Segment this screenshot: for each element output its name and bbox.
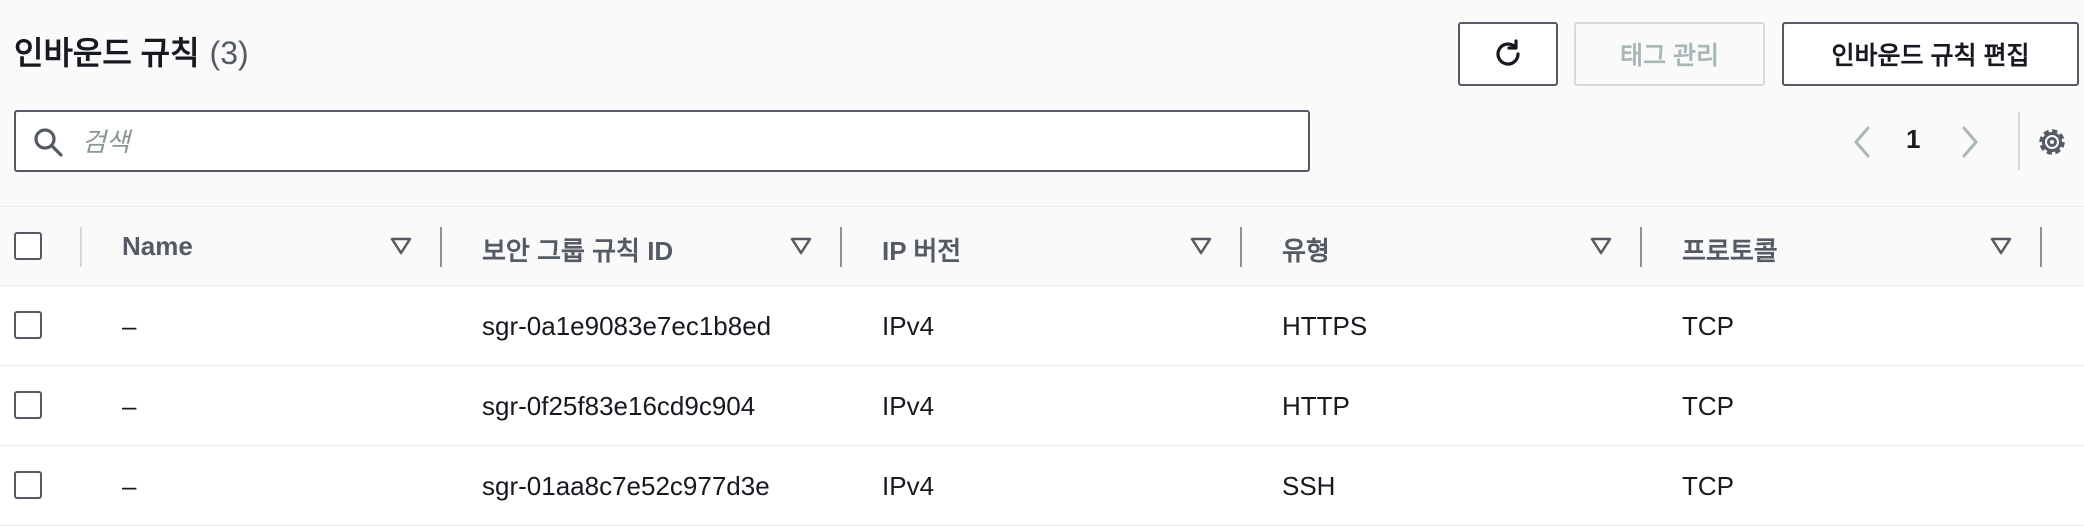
cell-rule-id: sgr-0f25f83e16cd9c904 [482,391,756,421]
sort-icon[interactable] [1590,237,1612,255]
column-header-type[interactable]: 유형 [1282,231,1330,268]
cell-protocol: TCP [1682,311,1734,341]
row-checkbox[interactable] [14,391,42,419]
column-resizer[interactable] [1640,227,1642,267]
cell-protocol: TCP [1682,471,1734,501]
cell-type: HTTP [1282,391,1350,421]
table-row[interactable]: – sgr-0a1e9083e7ec1b8ed IPv4 HTTPS TCP [0,286,2084,366]
cell-name: – [122,471,137,501]
column-header-ip-version[interactable]: IP 버전 [882,231,961,268]
cell-rule-id: sgr-01aa8c7e52c977d3e [482,471,770,501]
previous-page-icon[interactable] [1846,124,1878,160]
cell-type: HTTPS [1282,311,1368,341]
cell-ip-version: IPv4 [882,311,935,341]
title-text: 인바운드 규칙 [14,35,200,71]
cell-name: – [122,311,137,341]
search-box[interactable] [14,110,1310,172]
table-header: Name 보안 그룹 규칙 ID IP 버전 유형 프로토콜 [0,206,2084,286]
search-input[interactable] [80,120,1284,164]
column-resizer[interactable] [840,227,842,267]
current-page-number[interactable]: 1 [1906,124,1920,155]
next-page-icon[interactable] [1954,124,1986,160]
table-row[interactable]: – sgr-0f25f83e16cd9c904 IPv4 HTTP TCP [0,366,2084,446]
pagination-divider [2018,112,2020,170]
sort-icon[interactable] [390,237,412,255]
table-row[interactable]: – sgr-01aa8c7e52c977d3e IPv4 SSH TCP [0,446,2084,526]
cell-rule-id: sgr-0a1e9083e7ec1b8ed [482,311,772,341]
cell-ip-version: IPv4 [882,391,935,421]
select-all-checkbox[interactable] [14,232,42,260]
column-separator [80,227,82,267]
manage-tags-button[interactable]: 태그 관리 [1574,22,1765,86]
gear-icon[interactable] [2034,124,2070,160]
column-resizer[interactable] [2040,227,2042,267]
column-header-rule-id[interactable]: 보안 그룹 규칙 ID [482,231,673,268]
cell-name: – [122,391,137,421]
edit-inbound-rules-button[interactable]: 인바운드 규칙 편집 [1782,22,2079,86]
row-checkbox[interactable] [14,471,42,499]
cell-protocol: TCP [1682,391,1734,421]
cell-ip-version: IPv4 [882,471,935,501]
sort-icon[interactable] [1190,237,1212,255]
cell-type: SSH [1282,471,1336,501]
page-title: 인바운드 규칙 (3) [14,28,249,74]
row-checkbox[interactable] [14,311,42,339]
column-resizer[interactable] [1240,227,1242,267]
rule-count: (3) [209,35,249,71]
refresh-icon [1496,39,1520,66]
sort-icon[interactable] [1990,237,2012,255]
column-header-protocol[interactable]: 프로토콜 [1682,231,1778,268]
search-icon [34,128,63,157]
refresh-button[interactable] [1458,22,1558,86]
column-header-name[interactable]: Name [122,231,193,262]
column-resizer[interactable] [440,227,442,267]
inbound-rules-table: Name 보안 그룹 규칙 ID IP 버전 유형 프로토콜 – sgr-0a1… [0,206,2084,526]
sort-icon[interactable] [790,237,812,255]
